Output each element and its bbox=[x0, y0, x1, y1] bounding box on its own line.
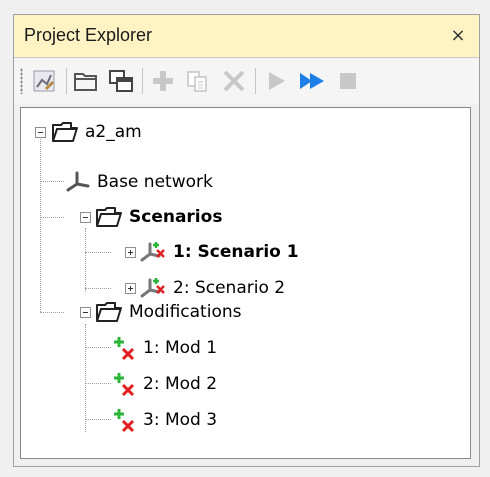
tree-item-label: 1: Scenario 1 bbox=[173, 242, 299, 262]
copy-document-icon bbox=[187, 71, 207, 92]
edit-network-button[interactable] bbox=[28, 65, 60, 97]
project-tree[interactable]: a2_am Base network Scenarios 1: Scenario… bbox=[20, 107, 471, 459]
tree-item-label: Scenarios bbox=[129, 207, 223, 227]
expand-collapse-toggle-modifications[interactable] bbox=[80, 307, 91, 318]
close-button[interactable]: × bbox=[445, 23, 471, 49]
tree-connector bbox=[85, 228, 86, 292]
expand-toggle-scenario-2[interactable] bbox=[125, 283, 136, 294]
tree-item-root[interactable]: a2_am bbox=[51, 117, 142, 147]
tree-item-label: 1: Mod 1 bbox=[143, 338, 218, 358]
copy-window-icon bbox=[109, 70, 133, 92]
open-folder-icon bbox=[74, 73, 97, 91]
add-button[interactable] bbox=[147, 65, 179, 97]
add-plus-icon bbox=[153, 71, 173, 91]
expand-collapse-toggle-scenarios[interactable] bbox=[80, 212, 91, 223]
tree-item-label: a2_am bbox=[85, 122, 142, 142]
tree-connector bbox=[85, 288, 111, 289]
stop-icon bbox=[340, 73, 356, 89]
tree-item-mod-2[interactable]: 2: Mod 2 bbox=[111, 369, 217, 399]
tree-item-mod-3[interactable]: 3: Mod 3 bbox=[111, 405, 217, 435]
stop-button[interactable] bbox=[332, 65, 364, 97]
tree-item-label: Modifications bbox=[129, 302, 242, 322]
tree-connector bbox=[85, 419, 111, 420]
run-all-button[interactable] bbox=[296, 65, 328, 97]
fast-forward-icon bbox=[300, 73, 324, 89]
toolbar-grip[interactable] bbox=[20, 68, 23, 94]
modification-icon bbox=[111, 335, 137, 361]
tree-connector bbox=[85, 252, 111, 253]
folder-icon bbox=[95, 205, 123, 229]
play-icon bbox=[269, 72, 285, 90]
panel-title: Project Explorer bbox=[24, 25, 153, 45]
delete-x-icon bbox=[223, 70, 245, 92]
toolbar-separator bbox=[255, 68, 256, 94]
folder-icon bbox=[51, 120, 79, 144]
toolbar-separator bbox=[66, 68, 67, 94]
tree-item-label: 2: Scenario 2 bbox=[173, 278, 286, 298]
expand-collapse-toggle-root[interactable] bbox=[35, 127, 46, 138]
tree-connector bbox=[40, 181, 64, 182]
network-icon bbox=[65, 170, 91, 194]
duplicate-window-button[interactable] bbox=[105, 65, 137, 97]
folder-icon bbox=[95, 300, 123, 324]
tree-connector bbox=[40, 132, 41, 312]
delete-button[interactable] bbox=[218, 65, 250, 97]
tree-item-label: 2: Mod 2 bbox=[143, 374, 218, 394]
modification-icon bbox=[111, 407, 137, 433]
tree-connector bbox=[40, 217, 64, 218]
tree-item-scenarios[interactable]: Scenarios bbox=[95, 202, 222, 232]
tree-item-label: 3: Mod 3 bbox=[143, 410, 218, 430]
tree-connector bbox=[85, 347, 111, 348]
open-project-button[interactable] bbox=[70, 65, 102, 97]
tree-item-label: Base network bbox=[97, 172, 213, 192]
copy-button[interactable] bbox=[182, 65, 214, 97]
tree-item-base-network[interactable]: Base network bbox=[65, 167, 213, 197]
tree-item-scenario-1[interactable]: 1: Scenario 1 bbox=[139, 237, 299, 267]
tree-item-modifications[interactable]: Modifications bbox=[95, 297, 241, 327]
project-explorer-panel: Project Explorer × a2_am Base network Sc… bbox=[13, 14, 480, 467]
scenario-network-icon bbox=[139, 240, 167, 264]
tree-connector bbox=[85, 324, 86, 432]
panel-title-bar: Project Explorer × bbox=[14, 15, 479, 58]
expand-toggle-scenario-1[interactable] bbox=[125, 247, 136, 258]
tree-item-mod-1[interactable]: 1: Mod 1 bbox=[111, 333, 217, 363]
edit-network-icon bbox=[33, 70, 55, 92]
run-button[interactable] bbox=[260, 65, 292, 97]
tree-connector bbox=[85, 383, 111, 384]
toolbar bbox=[14, 58, 479, 104]
toolbar-separator bbox=[142, 68, 143, 94]
tree-connector bbox=[40, 312, 64, 313]
modification-icon bbox=[111, 371, 137, 397]
